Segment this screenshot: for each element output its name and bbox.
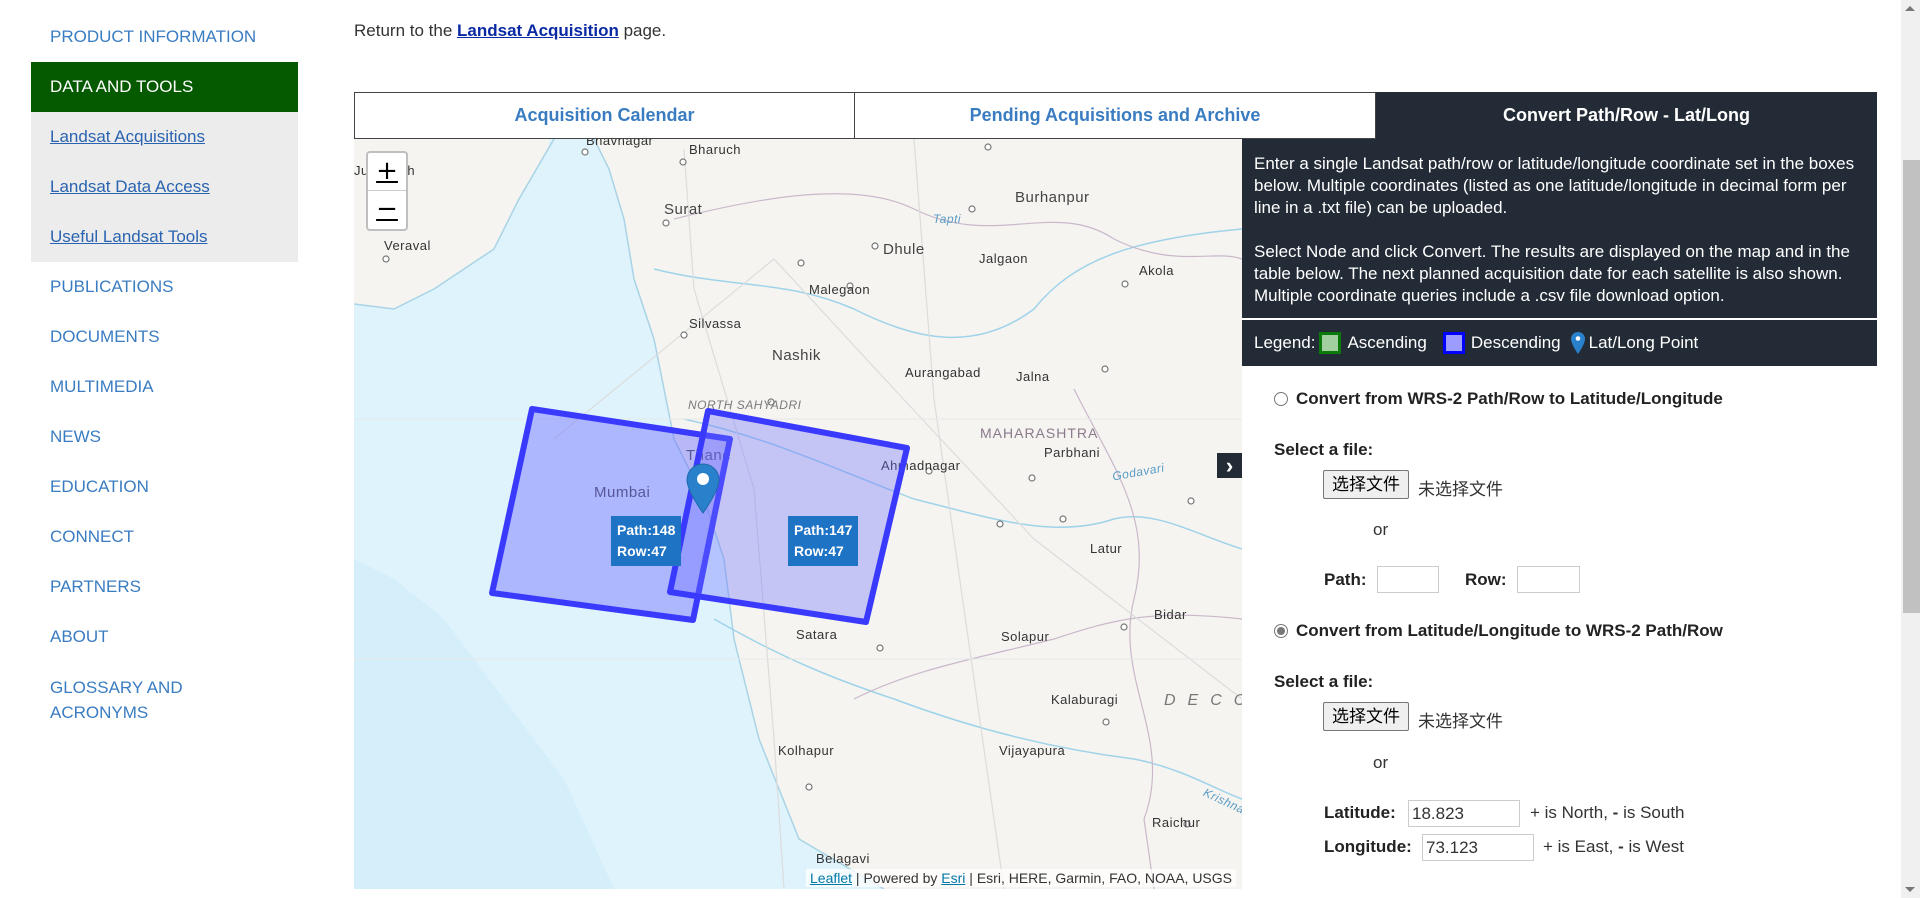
latitude-hint-rest: is South (1618, 803, 1685, 822)
option-pathrow-to-latlong: Convert from WRS-2 Path/Row to Latitude/… (1274, 389, 1723, 409)
return-suffix: page. (618, 21, 667, 40)
scene-footprints (489, 406, 910, 625)
nav-documents[interactable]: DOCUMENTS (31, 312, 298, 362)
scroll-up-arrow-icon[interactable] (1905, 6, 1915, 11)
tab-pending-acquisitions[interactable]: Pending Acquisitions and Archive (855, 92, 1376, 139)
esri-link[interactable]: Esri (941, 870, 965, 886)
attribution-powered: | Powered by (852, 870, 942, 886)
legend-point: Lat/Long Point (1588, 333, 1699, 352)
ascending-swatch-icon (1319, 332, 1342, 354)
legend-ascending: Ascending (1347, 333, 1427, 352)
leaflet-link[interactable]: Leaflet (810, 870, 852, 886)
choose-file-button-2[interactable]: 选择文件 (1323, 702, 1409, 731)
longitude-input[interactable] (1422, 834, 1534, 861)
scene-row-147: Row:47 (794, 543, 844, 559)
zoom-out-button[interactable]: − (368, 191, 406, 229)
radio-latlong-to-pathrow[interactable] (1274, 624, 1288, 638)
scene-path-148: Path:148 (617, 522, 676, 538)
scroll-thumb[interactable] (1903, 160, 1920, 613)
subnav-landsat-data-access[interactable]: Landsat Data Access (31, 162, 298, 212)
legend: Legend: Ascending Descending Lat/Long Po… (1242, 320, 1877, 366)
return-notice: Return to the Landsat Acquisition page. (354, 21, 666, 41)
lat-long-marker-icon[interactable] (686, 463, 720, 515)
option-pathrow-label: Convert from WRS-2 Path/Row to Latitude/… (1296, 389, 1723, 408)
scene-path-147: Path:147 (794, 522, 853, 538)
subnav-data-and-tools: Landsat Acquisitions Landsat Data Access… (31, 112, 298, 262)
nav-publications[interactable]: PUBLICATIONS (31, 262, 298, 312)
subnav-landsat-acquisitions[interactable]: Landsat Acquisitions (31, 112, 298, 162)
longitude-hint-rest: is West (1623, 837, 1684, 856)
scene-label-148-47: Path:148 Row:47 (611, 516, 682, 566)
attribution-sources: | Esri, HERE, Garmin, FAO, NOAA, USGS (965, 870, 1232, 886)
option-latlong-to-pathrow: Convert from Latitude/Longitude to WRS-2… (1274, 621, 1723, 641)
subnav-useful-landsat-tools[interactable]: Useful Landsat Tools (31, 212, 298, 262)
map-pin-icon (1570, 332, 1585, 354)
legend-title: Legend: (1254, 333, 1316, 352)
chevron-right-icon[interactable]: › (1217, 453, 1242, 478)
file-status-1: 未选择文件 (1418, 480, 1503, 499)
nav-news[interactable]: NEWS (31, 412, 298, 462)
nav-education[interactable]: EDUCATION (31, 462, 298, 512)
longitude-hint-plus: + is East, (1543, 837, 1619, 856)
tab-convert-path-row[interactable]: Convert Path/Row - Lat/Long (1376, 92, 1877, 139)
or-text-1: or (1373, 520, 1389, 539)
page-scrollbar[interactable] (1901, 0, 1920, 898)
scene-row-148: Row:47 (617, 543, 667, 559)
nav-multimedia[interactable]: MULTIMEDIA (31, 362, 298, 412)
scroll-down-arrow-icon[interactable] (1905, 887, 1915, 892)
landsat-acquisition-link[interactable]: Landsat Acquisition (457, 21, 619, 40)
descending-swatch-icon (1442, 332, 1465, 354)
return-prefix: Return to the (354, 21, 458, 40)
radio-pathrow-to-latlong[interactable] (1274, 392, 1288, 406)
nav-product-information[interactable]: PRODUCT INFORMATION (31, 12, 298, 62)
path-input[interactable] (1377, 566, 1439, 593)
row-input[interactable] (1517, 566, 1580, 593)
select-file-label-1: Select a file: (1274, 440, 1374, 459)
path-label: Path: (1324, 570, 1367, 589)
longitude-hint: + is East, - is West (1543, 837, 1684, 857)
file-status-2: 未选择文件 (1418, 712, 1503, 731)
nav-connect[interactable]: CONNECT (31, 512, 298, 562)
latitude-input[interactable] (1408, 800, 1520, 827)
nav-data-and-tools[interactable]: DATA AND TOOLS (31, 62, 298, 112)
latitude-hint-plus: + is North, (1530, 803, 1613, 822)
tool-tabs: Acquisition Calendar Pending Acquisition… (354, 92, 1877, 139)
nav-about[interactable]: ABOUT (31, 612, 298, 662)
legend-descending: Descending (1470, 333, 1561, 352)
instructions-text-1: Enter a single Landsat path/row or latit… (1254, 154, 1855, 217)
instructions-text-2: Select Node and click Convert. The resul… (1254, 242, 1850, 305)
choose-file-button-1[interactable]: 选择文件 (1323, 470, 1409, 499)
instructions-panel: Enter a single Landsat path/row or latit… (1242, 139, 1877, 319)
scene-label-147-47: Path:147 Row:47 (788, 516, 859, 566)
sidebar-nav: PRODUCT INFORMATION DATA AND TOOLS Lands… (31, 12, 298, 725)
latitude-label: Latitude: (1324, 803, 1396, 822)
map-view[interactable]: Bhavnagar Bharuch Junagadh Surat Veraval… (354, 139, 1242, 889)
or-text-2: or (1373, 753, 1389, 772)
nav-glossary-and-acronyms[interactable]: GLOSSARY AND ACRONYMS (31, 662, 231, 725)
zoom-control: + − (366, 151, 408, 231)
tab-acquisition-calendar[interactable]: Acquisition Calendar (354, 92, 855, 139)
option-latlong-label: Convert from Latitude/Longitude to WRS-2… (1296, 621, 1723, 640)
select-file-label-2: Select a file: (1274, 672, 1374, 691)
row-label: Row: (1465, 570, 1507, 589)
nav-partners[interactable]: PARTNERS (31, 562, 298, 612)
latitude-hint: + is North, - is South (1530, 803, 1685, 823)
zoom-in-button[interactable]: + (368, 153, 406, 191)
longitude-label: Longitude: (1324, 837, 1412, 856)
map-attribution: Leaflet | Powered by Esri | Esri, HERE, … (806, 869, 1236, 887)
